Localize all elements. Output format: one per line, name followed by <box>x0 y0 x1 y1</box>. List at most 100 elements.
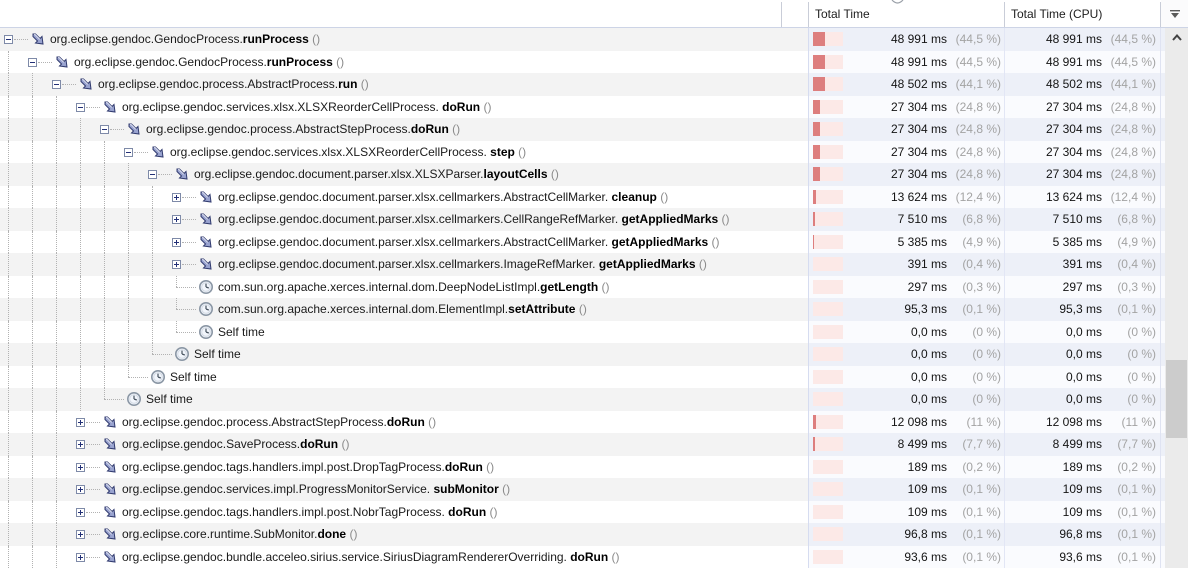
total-time-value: 109 ms <box>907 504 947 519</box>
expand-button[interactable] <box>76 417 85 427</box>
method-cell: org.eclipse.gendoc.process.AbstractStepP… <box>0 410 808 433</box>
tree-row[interactable]: org.eclipse.gendoc.process.AbstractProce… <box>0 73 1188 96</box>
collapse-button[interactable] <box>52 80 61 89</box>
tree-row[interactable]: Self time 0,0 ms (0 %) 0,0 ms (0 %) <box>0 320 1188 343</box>
collapse-button[interactable] <box>4 35 13 44</box>
method-label: org.eclipse.gendoc.services.xlsx.XLSXReo… <box>170 144 527 159</box>
tree-guide-line <box>8 320 9 343</box>
column-filter-button[interactable] <box>1161 0 1188 27</box>
total-time-cell: 297 ms (0,3 %) <box>808 275 1004 298</box>
tree-row[interactable]: org.eclipse.gendoc.services.xlsx.XLSXReo… <box>0 140 1188 163</box>
collapse-button[interactable] <box>76 102 85 112</box>
cpu-time-percent: (0,1 %) <box>1117 527 1156 541</box>
expand-button[interactable] <box>76 507 85 517</box>
scroll-up-button[interactable] <box>1165 28 1188 47</box>
tree-row[interactable]: Self time 0,0 ms (0 %) 0,0 ms (0 %) <box>0 388 1188 411</box>
time-bar-value <box>813 54 825 69</box>
method-call-icon <box>32 33 44 45</box>
tree-guide-line <box>8 500 9 523</box>
expand-button[interactable] <box>76 552 85 562</box>
total-time-cpu-cell: 5 385 ms (4,9 %) <box>1004 230 1165 253</box>
total-time-cell: 0,0 ms (0 %) <box>808 320 1004 343</box>
total-time-cpu-cell: 7 510 ms (6,8 %) <box>1004 208 1165 231</box>
collapse-button[interactable] <box>100 125 109 134</box>
total-time-percent: (6,8 %) <box>962 212 1001 226</box>
time-bar-track <box>813 549 843 564</box>
tree-guide-line <box>32 73 33 96</box>
tree-guide-line <box>152 320 153 343</box>
tree-row[interactable]: com.sun.org.apache.xerces.internal.dom.E… <box>0 298 1188 321</box>
tree-guide-line <box>8 208 9 231</box>
tree-guide-line <box>56 298 57 321</box>
cpu-time-percent: (44,5 %) <box>1110 32 1156 46</box>
tree-row[interactable]: org.eclipse.gendoc.document.parser.xlsx.… <box>0 185 1188 208</box>
tree-row[interactable]: org.eclipse.gendoc.document.parser.xlsx.… <box>0 163 1188 186</box>
tree-connector <box>182 196 196 198</box>
cpu-time-percent: (0,1 %) <box>1117 302 1156 316</box>
tree-row[interactable]: org.eclipse.gendoc.bundle.acceleo.sirius… <box>0 545 1188 568</box>
tree-guide-line <box>104 298 105 321</box>
cpu-time-value: 0,0 ms <box>1065 324 1102 339</box>
collapse-button[interactable] <box>28 57 37 67</box>
method-label: com.sun.org.apache.xerces.internal.dom.E… <box>218 302 587 316</box>
tree-row[interactable]: org.eclipse.gendoc.GendocProcess.runProc… <box>0 50 1188 73</box>
method-label: Self time <box>218 324 265 339</box>
cpu-time-percent: (0 %) <box>1127 369 1156 384</box>
total-time-cell: 96,8 ms (0,1 %) <box>808 523 1004 546</box>
time-bar-value <box>813 144 820 159</box>
tree-guide-line <box>32 163 33 186</box>
tree-guide-line <box>80 298 81 321</box>
collapse-button[interactable] <box>148 170 157 179</box>
tree-row[interactable]: org.eclipse.gendoc.tags.handlers.impl.po… <box>0 455 1188 478</box>
tree-guide-line <box>128 275 129 298</box>
tree-row[interactable]: org.eclipse.gendoc.document.parser.xlsx.… <box>0 230 1188 253</box>
tree-row[interactable]: org.eclipse.gendoc.services.xlsx.XLSXReo… <box>0 95 1188 118</box>
tree-guide-line <box>56 253 57 276</box>
expand-button[interactable] <box>172 237 181 247</box>
total-time-cpu-cell: 13 624 ms (12,4 %) <box>1004 185 1165 208</box>
column-header-total-time[interactable]: Total Time <box>815 7 870 21</box>
expand-button[interactable] <box>76 485 85 494</box>
tree-connector <box>182 241 196 243</box>
tree-row[interactable]: org.eclipse.gendoc.process.AbstractStepP… <box>0 410 1188 433</box>
tree-row[interactable]: Self time 0,0 ms (0 %) 0,0 ms (0 %) <box>0 343 1188 366</box>
cpu-time-value: 12 098 ms <box>1045 414 1102 429</box>
tree-guide-line <box>32 455 33 478</box>
tree-row[interactable]: org.eclipse.gendoc.GendocProcess.runProc… <box>0 28 1188 51</box>
tree-guide-line <box>152 185 153 208</box>
expand-button[interactable] <box>76 530 85 539</box>
tree-guide-line <box>8 275 9 298</box>
tree-row[interactable]: com.sun.org.apache.xerces.internal.dom.D… <box>0 275 1188 298</box>
collapse-button[interactable] <box>124 147 133 157</box>
tree-row[interactable]: org.eclipse.gendoc.tags.handlers.impl.po… <box>0 500 1188 523</box>
method-label: org.eclipse.gendoc.GendocProcess.runProc… <box>50 32 321 46</box>
tree-guide-line <box>80 230 81 253</box>
expand-button[interactable] <box>172 192 181 202</box>
column-header-total-time-cpu[interactable]: Total Time (CPU) <box>1011 7 1102 21</box>
expand-button[interactable] <box>172 215 181 224</box>
time-bar-track <box>813 324 843 339</box>
tree-row[interactable]: org.eclipse.gendoc.document.parser.xlsx.… <box>0 253 1188 276</box>
tree-connector <box>176 298 177 309</box>
tree-row[interactable]: org.eclipse.gendoc.document.parser.xlsx.… <box>0 208 1188 231</box>
method-call-icon <box>104 416 116 428</box>
tree-row[interactable]: org.eclipse.core.runtime.SubMonitor.done… <box>0 523 1188 546</box>
vertical-scrollbar[interactable] <box>1165 28 1188 568</box>
method-call-icon <box>104 461 116 473</box>
tree-row[interactable]: Self time 0,0 ms (0 %) 0,0 ms (0 %) <box>0 365 1188 388</box>
total-time-cpu-cell: 109 ms (0,1 %) <box>1004 500 1165 523</box>
expand-button[interactable] <box>76 440 85 449</box>
total-time-percent: (24,8 %) <box>955 122 1001 136</box>
expand-button[interactable] <box>76 462 85 472</box>
tree-row[interactable]: org.eclipse.gendoc.SaveProcess.doRun () … <box>0 433 1188 456</box>
method-label: org.eclipse.gendoc.process.AbstractStepP… <box>122 414 437 429</box>
expand-button[interactable] <box>172 260 181 269</box>
tree-guide-line <box>128 185 129 208</box>
total-time-value: 95,3 ms <box>904 302 947 316</box>
tree-guide-line <box>128 343 129 366</box>
total-time-cell: 12 098 ms (11 %) <box>808 410 1004 433</box>
tree-row[interactable]: org.eclipse.gendoc.process.AbstractStepP… <box>0 118 1188 141</box>
scrollbar-thumb[interactable] <box>1166 360 1187 438</box>
tree-guide-line <box>56 388 57 411</box>
tree-row[interactable]: org.eclipse.gendoc.services.impl.Progres… <box>0 478 1188 501</box>
